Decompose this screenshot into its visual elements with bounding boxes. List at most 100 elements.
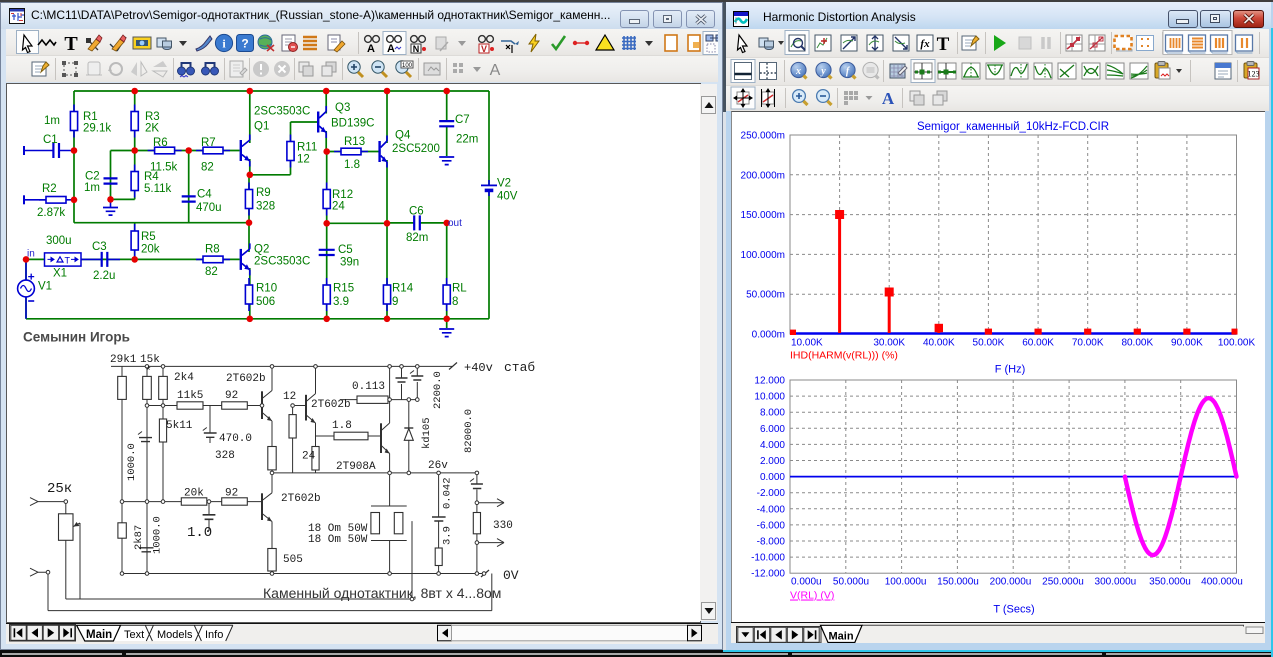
svg-text:Семынин Игорь: Семынин Игорь (23, 330, 130, 345)
svg-text:A: A (387, 43, 395, 55)
svg-text:20k: 20k (141, 244, 160, 256)
svg-text:1.8: 1.8 (344, 159, 360, 171)
svg-text:2K: 2K (145, 123, 159, 135)
svg-text:6.000: 6.000 (760, 424, 785, 435)
svg-text:1m: 1m (84, 182, 100, 194)
svg-text:2SC3503C: 2SC3503C (254, 106, 310, 118)
svg-text:100: 100 (402, 63, 413, 69)
svg-text:150.000m: 150.000m (741, 210, 785, 221)
svg-text:470.0: 470.0 (219, 433, 252, 445)
svg-text:50.000m: 50.000m (746, 290, 785, 301)
svg-text:82m: 82m (406, 232, 428, 244)
svg-text:328: 328 (256, 201, 275, 213)
svg-text:15k: 15k (140, 354, 160, 366)
svg-text:in: in (27, 249, 35, 260)
svg-text:Q2: Q2 (254, 244, 269, 256)
svg-text:505: 505 (283, 554, 303, 566)
svg-text:Semigor_каменный_10kHz-FCD.CIR: Semigor_каменный_10kHz-FCD.CIR (917, 121, 1109, 133)
svg-text:22m: 22m (456, 134, 478, 146)
svg-text:29.1k: 29.1k (83, 123, 111, 135)
svg-text:?: ? (241, 37, 248, 51)
svg-text:Main: Main (86, 629, 112, 641)
svg-text:0.000m: 0.000m (752, 330, 785, 341)
svg-text:100.00K: 100.00K (1218, 338, 1256, 349)
svg-text:R14: R14 (392, 283, 414, 295)
svg-text:R10: R10 (256, 283, 277, 295)
svg-text:350.000u: 350.000u (1149, 577, 1191, 588)
svg-text:50.00K: 50.00K (973, 338, 1005, 349)
svg-text:10.00K: 10.00K (791, 338, 823, 349)
svg-text:Q1: Q1 (254, 121, 269, 133)
svg-text:Q4: Q4 (395, 130, 411, 142)
svg-text:X1: X1 (53, 268, 67, 280)
svg-text:C5: C5 (338, 244, 353, 256)
svg-text:стаб: стаб (504, 360, 535, 375)
svg-text:T: T (937, 34, 950, 55)
svg-text:Каменный однотактник, 8вт х 4.: Каменный однотактник, 8вт х 4...8ом (263, 585, 501, 601)
svg-text:-4.000: -4.000 (757, 504, 786, 515)
svg-text:0.042: 0.042 (442, 477, 454, 509)
svg-text:0.000u: 0.000u (791, 577, 822, 588)
svg-text:V1: V1 (38, 281, 52, 293)
svg-text:C1: C1 (43, 134, 58, 146)
svg-text:328: 328 (215, 450, 235, 462)
svg-text:200.000m: 200.000m (741, 170, 785, 181)
svg-text:0.113: 0.113 (352, 381, 385, 393)
svg-text:x: x (795, 66, 801, 77)
svg-text:1.8: 1.8 (332, 420, 352, 432)
svg-text:kd105: kd105 (421, 417, 433, 449)
svg-text:R15: R15 (333, 283, 354, 295)
svg-text:50.000u: 50.000u (833, 577, 869, 588)
svg-text:2SC3503C: 2SC3503C (254, 256, 310, 268)
svg-text:Models: Models (157, 629, 193, 641)
svg-text:0V: 0V (503, 568, 519, 583)
svg-text:R7: R7 (201, 137, 216, 149)
svg-text:100.000m: 100.000m (741, 250, 785, 261)
svg-text:24: 24 (332, 201, 345, 213)
svg-text:12.000: 12.000 (754, 376, 785, 387)
svg-text:R12: R12 (332, 189, 353, 201)
svg-text:150.000u: 150.000u (937, 577, 979, 588)
svg-text:2k87: 2k87 (133, 525, 145, 550)
svg-text:Q3: Q3 (335, 102, 350, 114)
svg-text:R9: R9 (256, 187, 271, 199)
svg-text:R8: R8 (205, 244, 220, 256)
svg-text:10.000: 10.000 (754, 392, 785, 403)
svg-text:26v: 26v (428, 460, 448, 472)
svg-text:RL: RL (452, 283, 467, 295)
svg-text:Main: Main (829, 631, 854, 643)
svg-text:V(RL) (V): V(RL) (V) (790, 590, 834, 602)
svg-text:0.000: 0.000 (760, 472, 785, 483)
svg-text:330: 330 (493, 520, 513, 532)
svg-text:N: N (413, 44, 420, 54)
svg-text:12: 12 (283, 391, 296, 403)
svg-text:60.00K: 60.00K (1022, 338, 1054, 349)
svg-text:11.5k: 11.5k (150, 162, 178, 174)
svg-text:29k1: 29k1 (110, 354, 137, 366)
svg-text:C2: C2 (85, 171, 100, 183)
svg-text:200.000u: 200.000u (990, 577, 1032, 588)
svg-text:T (Secs): T (Secs) (993, 604, 1034, 616)
svg-text:18 Om 50W: 18 Om 50W (308, 534, 368, 546)
svg-text:20k: 20k (184, 488, 204, 500)
svg-text:30.00K: 30.00K (873, 338, 905, 349)
svg-text:-12.000: -12.000 (751, 569, 785, 580)
svg-text:400.000u: 400.000u (1201, 577, 1243, 588)
svg-text:2.87k: 2.87k (37, 207, 65, 219)
svg-text:12: 12 (297, 154, 310, 166)
svg-text:40V: 40V (497, 191, 518, 203)
svg-text:T: T (64, 33, 78, 55)
svg-text:2.2u: 2.2u (93, 270, 115, 282)
svg-text:80.00K: 80.00K (1121, 338, 1153, 349)
svg-text:39n: 39n (340, 257, 359, 269)
svg-text:R1: R1 (83, 111, 98, 123)
svg-text:470u: 470u (196, 202, 222, 214)
svg-text:*: * (145, 366, 152, 378)
svg-text:25к: 25к (47, 481, 72, 497)
svg-text:IHD(HARM(v(RL))) (%): IHD(HARM(v(RL))) (%) (790, 350, 898, 362)
svg-text:2T602b: 2T602b (281, 493, 321, 505)
svg-text:C3: C3 (92, 241, 107, 253)
svg-text:C4: C4 (197, 189, 212, 201)
svg-text:R3: R3 (145, 111, 160, 123)
svg-text:y: y (820, 66, 826, 77)
